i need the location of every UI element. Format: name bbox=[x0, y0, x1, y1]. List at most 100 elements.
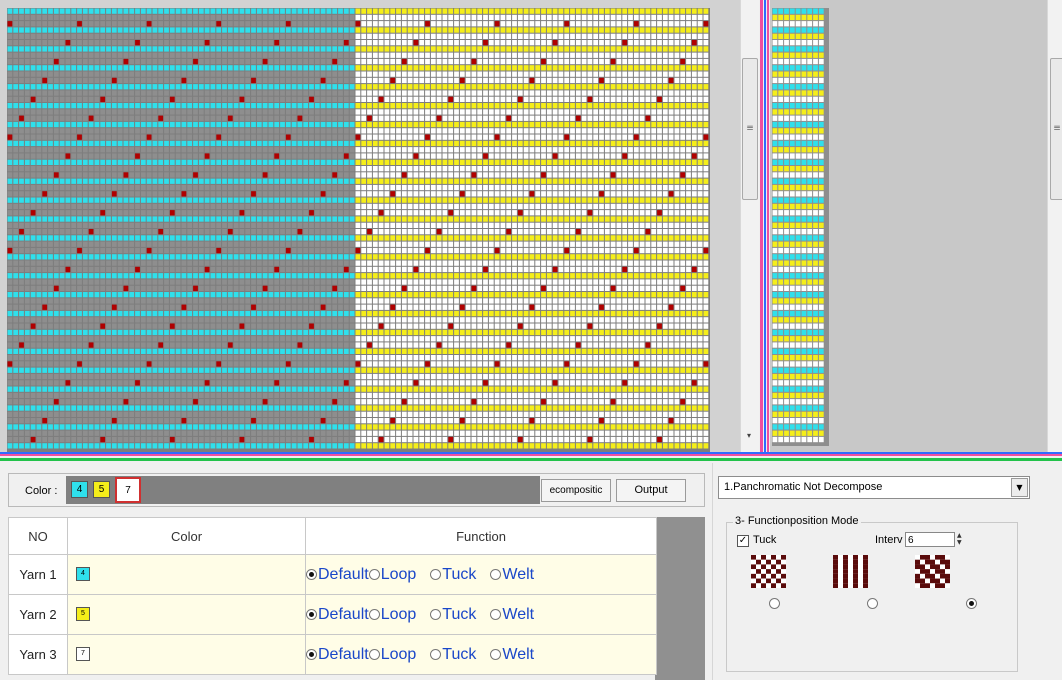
knit-cell bbox=[320, 8, 326, 14]
knit-cell bbox=[146, 65, 152, 71]
knit-cell bbox=[662, 140, 668, 147]
knit-cell bbox=[117, 166, 123, 172]
knit-cell bbox=[193, 178, 198, 184]
knit-cell bbox=[140, 184, 146, 191]
knit-cell bbox=[564, 184, 570, 191]
knit-cell bbox=[187, 153, 193, 159]
knit-cell bbox=[413, 216, 419, 222]
knit-cell bbox=[193, 96, 198, 102]
knit-cell bbox=[419, 222, 425, 228]
knit-cell bbox=[343, 235, 349, 241]
knit-cell bbox=[181, 235, 187, 241]
knit-cell bbox=[111, 191, 117, 197]
knit-cell bbox=[703, 52, 709, 58]
knit-cell bbox=[546, 134, 552, 140]
knit-cell bbox=[674, 191, 680, 197]
knit-cell bbox=[117, 197, 123, 203]
knit-cell bbox=[343, 103, 349, 109]
knit-cell bbox=[48, 222, 53, 228]
knit-cell bbox=[7, 166, 13, 172]
knit-cell bbox=[367, 65, 372, 71]
knit-cell bbox=[488, 52, 494, 58]
knit-cell bbox=[111, 121, 117, 128]
knit-cell bbox=[442, 77, 448, 84]
knit-cell bbox=[384, 115, 390, 121]
knit-cell bbox=[367, 178, 372, 184]
knit-cell bbox=[662, 235, 668, 241]
knit-cell bbox=[546, 46, 552, 52]
knit-cell bbox=[384, 52, 390, 58]
knit-cell bbox=[285, 229, 291, 235]
knit-cell bbox=[233, 8, 239, 14]
knit-cell bbox=[256, 216, 262, 222]
knit-cell bbox=[158, 191, 164, 197]
knit-cell bbox=[42, 27, 48, 33]
knit-cell bbox=[7, 77, 13, 84]
knit-cell bbox=[628, 134, 633, 140]
knit-cell bbox=[42, 222, 48, 228]
knit-cell bbox=[24, 166, 30, 172]
knit-cell bbox=[686, 166, 691, 172]
knit-cell bbox=[633, 153, 639, 159]
knit-cell bbox=[610, 40, 616, 46]
knit-cell bbox=[396, 178, 401, 184]
knit-cell bbox=[111, 159, 117, 165]
knit-cell bbox=[53, 77, 59, 84]
knit-cell bbox=[285, 103, 291, 109]
knit-cell bbox=[175, 121, 181, 128]
knit-cell bbox=[610, 184, 616, 191]
knit-cell bbox=[158, 241, 164, 247]
knit-cell bbox=[529, 222, 535, 228]
knit-cell bbox=[401, 8, 407, 14]
knit-cell bbox=[198, 103, 204, 109]
knit-cell bbox=[668, 109, 674, 115]
knit-cell bbox=[552, 27, 558, 33]
knit-cell bbox=[645, 191, 651, 197]
knit-cell bbox=[622, 247, 628, 254]
knit-cell bbox=[129, 115, 135, 121]
knit-cell bbox=[135, 235, 140, 241]
knit-cell bbox=[53, 8, 59, 14]
knit-cell bbox=[181, 178, 187, 184]
knit-cell bbox=[326, 254, 332, 260]
pattern-grid-main[interactable] bbox=[7, 8, 710, 452]
knit-cell bbox=[53, 40, 59, 46]
knit-cell bbox=[691, 216, 697, 222]
knit-cell bbox=[129, 235, 135, 241]
knit-cell bbox=[88, 216, 94, 222]
knit-cell bbox=[442, 172, 448, 178]
knit-cell bbox=[187, 216, 193, 222]
knit-cell bbox=[570, 222, 575, 228]
knit-cell bbox=[187, 235, 193, 241]
knit-cell bbox=[210, 109, 216, 115]
knit-cell bbox=[169, 77, 175, 84]
knit-cell bbox=[541, 33, 546, 39]
knit-cell bbox=[471, 103, 477, 109]
knit-cell bbox=[442, 254, 448, 260]
knit-cell bbox=[483, 172, 488, 178]
knit-cell bbox=[117, 84, 123, 90]
knit-cell bbox=[332, 121, 338, 128]
knit-cell bbox=[454, 254, 459, 260]
knit-cell bbox=[48, 266, 53, 273]
knit-cell bbox=[30, 147, 36, 153]
knit-cell bbox=[256, 58, 262, 65]
knit-cell bbox=[587, 222, 593, 228]
knit-cell bbox=[622, 254, 628, 260]
knit-cell bbox=[558, 210, 564, 216]
knit-cell bbox=[303, 166, 309, 172]
knit-cell bbox=[59, 191, 65, 197]
knit-cell bbox=[546, 166, 552, 172]
knit-cell bbox=[378, 115, 384, 121]
knit-cell bbox=[546, 21, 552, 27]
knit-cell bbox=[216, 172, 222, 178]
knit-cell bbox=[158, 235, 164, 241]
knit-cell bbox=[106, 222, 111, 228]
knit-cell bbox=[210, 52, 216, 58]
knit-cell bbox=[106, 71, 111, 77]
knit-cell bbox=[448, 109, 454, 115]
knit-cell bbox=[471, 178, 477, 184]
knit-cell bbox=[483, 121, 488, 128]
knit-cell bbox=[303, 109, 309, 115]
knit-cell bbox=[378, 222, 384, 228]
